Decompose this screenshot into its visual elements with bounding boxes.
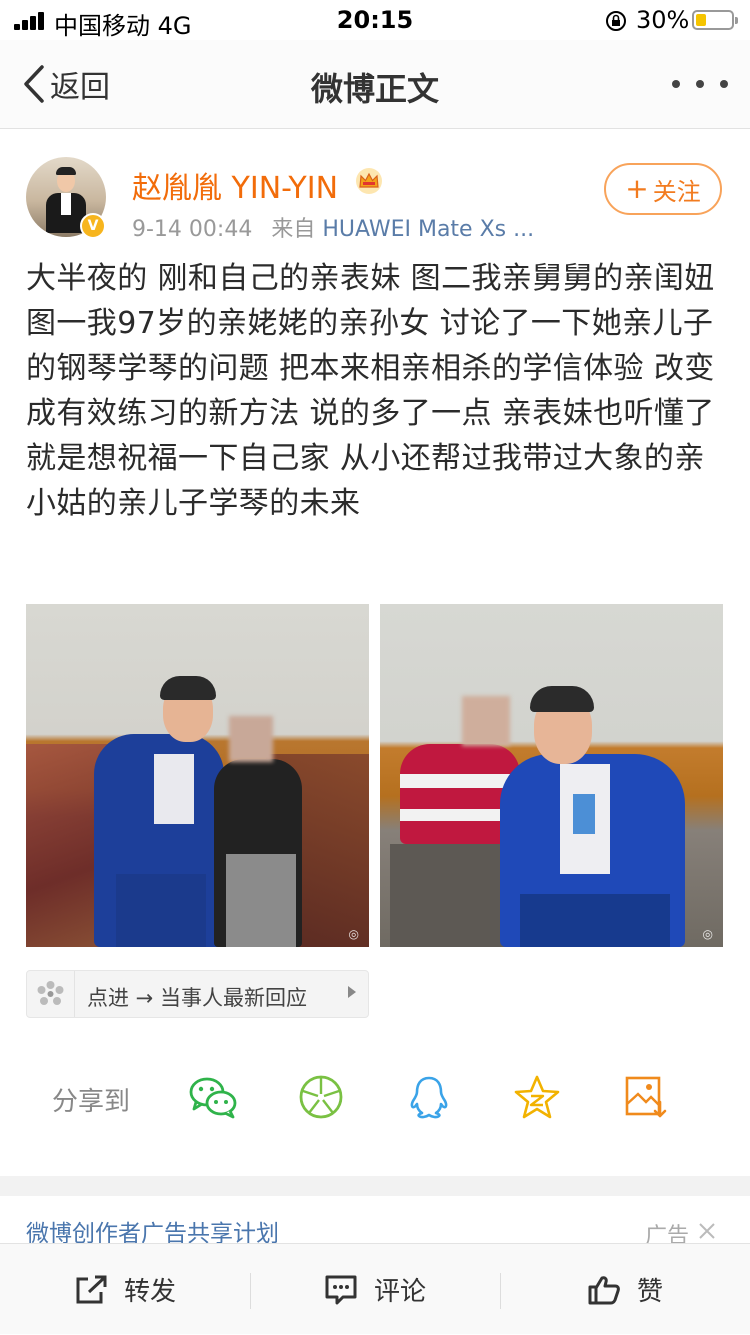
latest-response-text: 点进 → 当事人最新回应 — [87, 986, 307, 1010]
thumbs-up-icon — [588, 1275, 620, 1304]
rotation-lock-icon — [606, 11, 626, 31]
repost-button[interactable]: 转发 — [0, 1244, 250, 1335]
plus-icon: + — [625, 172, 649, 205]
bottom-action-bar: 转发 评论 赞 — [0, 1243, 750, 1334]
moments-icon[interactable] — [296, 1074, 346, 1120]
follow-label: 关注 — [652, 177, 701, 206]
follow-button[interactable]: + 关注 — [604, 163, 722, 215]
more-menu-button[interactable] — [672, 70, 728, 98]
post-source-link[interactable]: HUAWEI Mate Xs ... — [322, 217, 534, 242]
close-icon[interactable] — [697, 1221, 717, 1241]
pinwheel-icon — [37, 981, 64, 1005]
comment-label: 评论 — [373, 1277, 426, 1307]
save-image-icon[interactable] — [620, 1074, 670, 1120]
battery-icon — [692, 10, 738, 30]
nav-bar: 返回 微博正文 — [0, 40, 750, 129]
more-dot-icon — [672, 80, 680, 88]
status-bar: 中国移动 4G 20:15 30% — [0, 0, 750, 40]
share-label: 分享到 — [52, 1087, 131, 1117]
latest-response-link[interactable]: 点进 → 当事人最新回应 — [26, 970, 369, 1018]
crown-icon — [356, 168, 382, 194]
qzone-icon[interactable] — [512, 1074, 562, 1120]
more-dot-icon — [720, 80, 728, 88]
post-time: 9-14 00:44 — [132, 217, 253, 242]
post-text: 大半夜的 刚和自己的亲表妹 图二我亲舅舅的亲闺妞 图一我97岁的亲姥姥的亲孙女 … — [26, 261, 715, 521]
comment-icon — [325, 1275, 357, 1304]
watermark: ◎ — [702, 927, 713, 941]
repost-icon — [76, 1275, 107, 1303]
comment-button[interactable]: 评论 — [250, 1244, 500, 1335]
like-button[interactable]: 赞 — [500, 1244, 750, 1335]
like-label: 赞 — [636, 1277, 663, 1307]
post-meta: 9-14 00:44 来自 HUAWEI Mate Xs ... — [132, 211, 534, 243]
verified-icon: V — [80, 213, 106, 239]
repost-label: 转发 — [123, 1277, 176, 1307]
caret-right-icon — [348, 986, 356, 998]
source-prefix: 来自 — [271, 217, 316, 242]
qq-icon[interactable] — [404, 1074, 454, 1120]
post-image-2[interactable]: ◎ — [380, 604, 723, 947]
reply-icon-box — [27, 971, 75, 1017]
more-dot-icon — [696, 80, 704, 88]
page-title: 微博正文 — [310, 70, 439, 108]
watermark: ◎ — [348, 927, 359, 941]
battery-percent: 30% — [636, 6, 690, 34]
author-name[interactable]: 赵胤胤 YIN-YIN — [132, 163, 338, 207]
post-image-1[interactable]: ◎ — [26, 604, 369, 947]
section-divider — [0, 1176, 750, 1196]
wechat-icon[interactable] — [188, 1074, 238, 1120]
